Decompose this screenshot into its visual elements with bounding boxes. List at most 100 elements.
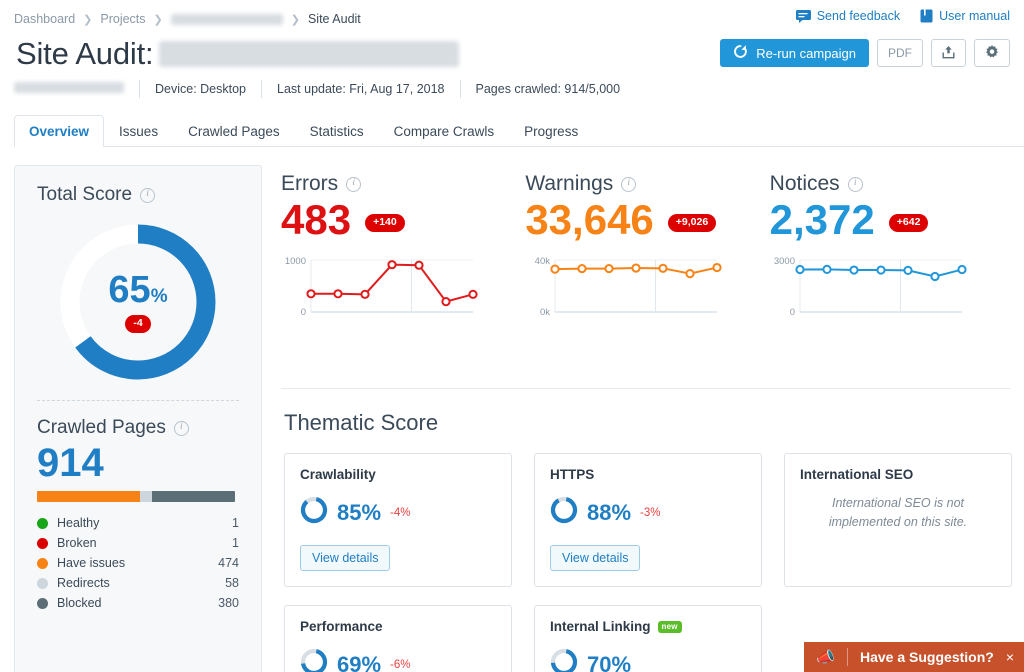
card-score-row: 85%-4% bbox=[300, 496, 496, 529]
card-title-text: Performance bbox=[300, 619, 383, 634]
legend-color-dot bbox=[37, 598, 48, 609]
meta-pages-crawled: Pages crawled: 914/5,000 bbox=[461, 82, 636, 96]
metric-card-warnings: Warningsi33,646+9,026 40k 0k bbox=[525, 172, 769, 335]
crawled-pages-progress-bar bbox=[37, 491, 235, 502]
breadcrumb-item-current: Site Audit bbox=[308, 12, 361, 26]
metric-value-row: 2,372+642 bbox=[770, 198, 1000, 242]
legend-row: Have issues474 bbox=[37, 553, 239, 573]
breadcrumb: Dashboard ❯ Projects ❯ ❯ Site Audit bbox=[14, 12, 361, 26]
legend-value: 380 bbox=[218, 596, 239, 610]
score-ring-icon bbox=[550, 496, 578, 529]
meta-bar: Device: Desktop Last update: Fri, Aug 17… bbox=[14, 80, 635, 98]
suggestion-banner[interactable]: 📣 Have a Suggestion? × bbox=[804, 642, 1024, 672]
page-title-text: Site Audit: bbox=[16, 36, 153, 72]
total-score-donut: 65% -4 bbox=[37, 218, 239, 386]
tab-crawled-pages[interactable]: Crawled Pages bbox=[173, 115, 295, 147]
info-icon[interactable]: i bbox=[621, 177, 636, 192]
metric-value: 483 bbox=[281, 198, 351, 242]
legend-label: Broken bbox=[57, 536, 232, 550]
sparkline-svg: 30000 bbox=[770, 252, 970, 330]
project-name-redacted bbox=[159, 41, 459, 67]
legend-row: Healthy1 bbox=[37, 513, 239, 533]
thematic-card: Internal Linkingnew70% bbox=[534, 605, 762, 672]
total-score-center: 65% -4 bbox=[37, 218, 239, 386]
breadcrumb-item-projects[interactable]: Projects bbox=[100, 12, 145, 26]
thematic-score-title: Thematic Score bbox=[284, 410, 438, 436]
info-icon[interactable]: i bbox=[140, 188, 155, 203]
svg-text:40k: 40k bbox=[535, 256, 551, 267]
card-score-row: 69%-6% bbox=[300, 648, 496, 672]
share-button[interactable] bbox=[931, 39, 966, 67]
new-badge: new bbox=[658, 621, 682, 633]
card-title: Crawlability bbox=[300, 467, 496, 482]
card-score-row: 88%-3% bbox=[550, 496, 746, 529]
legend-label: Redirects bbox=[57, 576, 225, 590]
score-ring-icon bbox=[300, 648, 328, 672]
card-title: HTTPS bbox=[550, 467, 746, 482]
card-title: Performance bbox=[300, 619, 496, 634]
pdf-button[interactable]: PDF bbox=[877, 39, 923, 67]
section-divider bbox=[281, 388, 1010, 389]
metrics-row: Errorsi483+14010000Warningsi33,646+9,026… bbox=[281, 172, 1014, 335]
tab-overview[interactable]: Overview bbox=[14, 115, 104, 147]
meta-device: Device: Desktop bbox=[140, 82, 261, 96]
card-title: Internal Linking new bbox=[550, 619, 746, 634]
card-delta: -3% bbox=[640, 507, 660, 519]
legend-value: 1 bbox=[232, 516, 239, 530]
metric-header: Errorsi bbox=[281, 172, 511, 196]
metric-value-row: 483 +140 bbox=[281, 198, 511, 242]
crawled-pages-value: 914 bbox=[37, 441, 239, 485]
view-details-button[interactable]: View details bbox=[550, 545, 640, 571]
svg-text:0: 0 bbox=[301, 307, 306, 318]
tab-progress[interactable]: Progress bbox=[509, 115, 593, 147]
tab-compare-crawls[interactable]: Compare Crawls bbox=[379, 115, 510, 147]
legend-color-dot bbox=[37, 558, 48, 569]
total-score-delta-badge: -4 bbox=[125, 315, 150, 333]
svg-text:0k: 0k bbox=[540, 307, 550, 318]
progress-segment-redirects bbox=[140, 491, 152, 502]
info-icon[interactable]: i bbox=[848, 177, 863, 192]
card-delta: -4% bbox=[390, 507, 410, 519]
metric-delta-badge: +642 bbox=[889, 214, 929, 232]
metric-header: Warningsi bbox=[525, 172, 755, 196]
sparkline-svg: 1000 0 bbox=[281, 252, 481, 330]
score-ring-icon bbox=[550, 648, 578, 672]
metric-value-row: 33,646+9,026 bbox=[525, 198, 755, 242]
breadcrumb-item-project-redacted[interactable] bbox=[171, 14, 283, 25]
breadcrumb-item-dashboard[interactable]: Dashboard bbox=[14, 12, 75, 26]
svg-text:1000: 1000 bbox=[285, 256, 306, 267]
metric-delta-badge: +140 bbox=[365, 214, 405, 232]
total-score-value-wrap: 65% bbox=[108, 271, 167, 309]
info-icon[interactable]: i bbox=[346, 177, 361, 192]
suggestion-divider bbox=[847, 648, 848, 666]
comment-icon bbox=[796, 10, 811, 23]
user-manual-link[interactable]: User manual bbox=[920, 9, 1010, 23]
send-feedback-link[interactable]: Send feedback bbox=[796, 9, 900, 23]
legend-row: Redirects58 bbox=[37, 573, 239, 593]
view-details-button[interactable]: View details bbox=[300, 545, 390, 571]
tab-issues[interactable]: Issues bbox=[104, 115, 173, 147]
breadcrumb-chevron-icon: ❯ bbox=[154, 13, 163, 26]
thematic-card: International SEOInternational SEO is no… bbox=[784, 453, 1012, 587]
svg-text:0: 0 bbox=[789, 307, 794, 318]
refresh-icon bbox=[733, 44, 748, 62]
settings-button[interactable] bbox=[974, 39, 1010, 67]
rerun-campaign-button[interactable]: Re-run campaign bbox=[720, 39, 869, 67]
metric-title: Errors bbox=[281, 172, 338, 196]
info-icon[interactable]: i bbox=[174, 421, 189, 436]
tab-statistics[interactable]: Statistics bbox=[295, 115, 379, 147]
close-icon[interactable]: × bbox=[1006, 649, 1014, 665]
domain-redacted bbox=[14, 82, 124, 93]
card-percent: 69% bbox=[337, 652, 381, 672]
site-audit-page: Dashboard ❯ Projects ❯ ❯ Site Audit Send… bbox=[0, 0, 1024, 672]
meta-domain bbox=[14, 82, 139, 96]
crawled-pages-title: Crawled Pages bbox=[37, 417, 166, 439]
action-buttons: Re-run campaign PDF bbox=[720, 39, 1010, 67]
card-title-text: International SEO bbox=[800, 467, 913, 482]
legend-value: 474 bbox=[218, 556, 239, 570]
crawled-pages-legend: Healthy1 Broken1 Have issues474Redirects58… bbox=[37, 513, 239, 613]
card-title-text: Internal Linking bbox=[550, 619, 651, 634]
user-manual-label: User manual bbox=[939, 9, 1010, 23]
metric-value: 33,646 bbox=[525, 198, 653, 242]
suggestion-label: Have a Suggestion? bbox=[860, 649, 994, 665]
